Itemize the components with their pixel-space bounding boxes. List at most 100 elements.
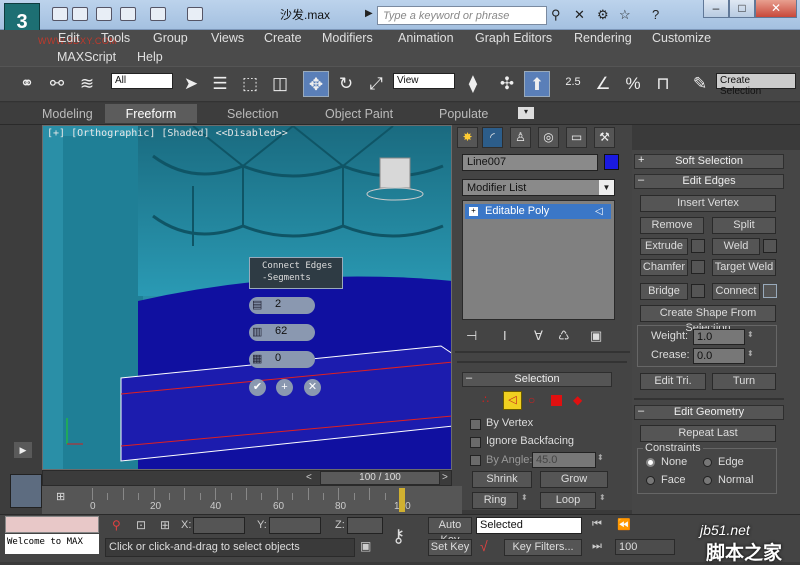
pivot-center-icon[interactable]: ⧫ [460,71,486,97]
menu-maxscript[interactable]: MAXScript [57,50,116,64]
show-end-result-icon[interactable]: I [503,328,507,343]
tab-object-paint[interactable]: Object Paint [325,107,393,121]
select-scale-icon[interactable]: ⤢ [363,71,389,97]
vertex-mode-icon[interactable]: ∴ [482,393,489,406]
shrink-button[interactable]: Shrink [472,471,532,488]
remove-modifier-icon[interactable]: ♺ [558,328,570,344]
extrude-button[interactable]: Extrude [640,238,688,255]
modifier-list-dropdown[interactable]: Modifier List [462,179,615,196]
ignore-backfacing-checkbox[interactable] [470,437,481,448]
repeat-last-button[interactable]: Repeat Last [640,425,776,442]
menu-animation[interactable]: Animation [398,31,454,45]
lock-icon[interactable]: ⊡ [136,518,146,532]
chamfer-button[interactable]: Chamfer [640,259,688,276]
edit-geometry-rollout[interactable]: Edit Geometry [634,405,784,420]
crease-spinner-icon[interactable]: ⬍ [747,349,754,358]
weld-settings-icon[interactable] [763,239,777,253]
auto-key-button[interactable]: Auto Key [428,517,472,546]
set-key-button[interactable]: Set Key [428,539,472,556]
menu-create[interactable]: Create [264,31,302,45]
collapse-minus-icon[interactable]: – [638,174,644,186]
menu-modifiers[interactable]: Modifiers [322,31,373,45]
key-mode-dropdown[interactable]: Selected [476,517,582,534]
collapse-minus-icon[interactable]: – [466,372,472,384]
tab-populate[interactable]: Populate [439,107,488,121]
menu-graph-editors[interactable]: Graph Editors [475,31,552,45]
y-coordinate-field[interactable] [269,517,321,534]
loop-spinner-icon[interactable]: ⬍ [599,493,606,502]
turn-button[interactable]: Turn [712,373,776,390]
weld-button[interactable]: Weld [712,238,760,255]
object-color-swatch[interactable] [604,154,619,170]
make-unique-icon[interactable]: ∀ [534,328,543,344]
soft-selection-rollout[interactable]: Soft Selection [634,154,784,169]
hierarchy-tab-icon[interactable]: ♙ [510,127,531,148]
maxscript-output[interactable]: Welcome to MAX [5,534,99,554]
menu-rendering[interactable]: Rendering [574,31,632,45]
viewcube[interactable] [379,157,411,189]
maxscript-listener-input[interactable] [5,516,99,533]
angle-spinner-icon[interactable]: ⬍ [597,453,604,462]
manipulate-icon[interactable]: ✣ [494,71,520,97]
redo-icon[interactable] [150,7,166,21]
ring-button[interactable]: Ring [472,492,518,509]
goto-start-icon[interactable]: ⏮ [592,518,602,531]
menu-tools[interactable]: Tools [101,31,130,45]
key-mode-toggle-icon[interactable]: ⏭ [592,540,602,553]
bridge-settings-icon[interactable] [691,284,705,298]
edge-mode-icon[interactable]: ◁ [503,391,522,410]
constraint-edge-radio[interactable] [703,458,712,467]
percent-snap-icon[interactable]: % [620,71,646,97]
menu-customize[interactable]: Customize [652,31,711,45]
utilities-tab-icon[interactable]: ⚒ [594,127,615,148]
binoculars-icon[interactable]: ⚲ [551,7,561,23]
selection-filter-dropdown[interactable]: All [111,73,173,89]
tab-selection[interactable]: Selection [227,107,278,121]
z-coordinate-field[interactable] [347,517,383,534]
maximize-button[interactable]: □ [729,0,755,18]
weight-spinner-icon[interactable]: ⬍ [747,330,754,339]
display-tab-icon[interactable]: ▭ [566,127,587,148]
angle-value-field[interactable]: 45.0 [532,452,596,468]
target-weld-button[interactable]: Target Weld [712,259,776,276]
select-object-icon[interactable]: ➤ [178,71,204,97]
project-folder-icon[interactable] [187,7,203,21]
connect-button[interactable]: Connect [712,283,760,300]
tab-modeling[interactable]: Modeling [42,107,93,121]
expand-plus-icon[interactable]: + [469,207,478,216]
create-tab-icon[interactable]: ✸ [457,127,478,148]
key-icon[interactable]: ⚷ [392,526,405,547]
spinner-snap-icon[interactable]: ⊓ [650,71,676,97]
edit-named-selection-icon[interactable]: ✎ [687,71,713,97]
communication-icon[interactable]: ⚙ [597,7,609,23]
create-selection-set-dropdown[interactable]: Create Selection [716,73,796,97]
crease-field[interactable]: 0.0 [693,348,745,364]
menu-help[interactable]: Help [137,50,163,64]
time-slider-thumb[interactable]: 100 / 100 [320,471,440,485]
ref-coord-dropdown[interactable]: View [393,73,455,89]
tab-freeform[interactable]: Freeform [105,104,197,123]
object-name-field[interactable]: Line007 [462,154,598,171]
snaps-toggle-icon[interactable]: 2.5 [560,69,586,95]
pin-icon[interactable]: ⚲ [112,518,121,532]
undo-icon[interactable] [120,7,136,21]
time-next-icon[interactable]: > [442,472,448,483]
edit-edges-rollout[interactable]: Edit Edges [634,174,784,189]
stack-item-editable-poly[interactable]: Editable Poly [465,204,611,219]
unlink-icon[interactable]: ⚯ [44,71,70,97]
selection-rollout-header[interactable]: Selection [462,372,612,387]
insert-vertex-button[interactable]: Insert Vertex [640,195,776,212]
viewport-orthographic[interactable] [42,125,452,470]
rect-selection-icon[interactable]: ⬚ [237,71,263,97]
prev-frame-icon[interactable]: ⏪ [617,518,631,531]
menu-edit[interactable]: Edit [58,31,80,45]
modify-tab-icon[interactable]: ◜ [482,127,503,148]
search-arrow-icon[interactable]: ▶ [365,8,373,19]
open-file-icon[interactable] [72,7,88,21]
create-shape-button[interactable]: Create Shape From Selection [640,305,776,334]
edit-tri-button[interactable]: Edit Tri. [640,373,706,390]
menu-views[interactable]: Views [211,31,244,45]
ring-spinner-icon[interactable]: ⬍ [521,493,528,502]
bind-spacewarp-icon[interactable]: ≋ [74,71,100,97]
select-by-name-icon[interactable]: ☰ [207,71,233,97]
